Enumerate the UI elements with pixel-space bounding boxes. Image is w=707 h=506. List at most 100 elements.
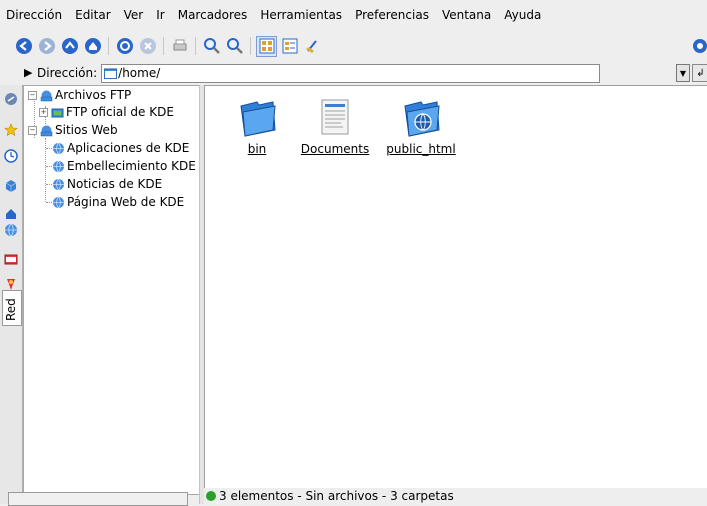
status-ok-icon	[206, 491, 216, 501]
network-folder-icon	[40, 89, 53, 102]
tree-node-aplicaciones-kde[interactable]: Aplicaciones de KDE	[52, 141, 189, 155]
globe-icon	[52, 142, 65, 155]
home-button[interactable]	[83, 37, 102, 56]
tree-node-noticias-kde[interactable]: Noticias de KDE	[52, 177, 162, 191]
globe-icon	[52, 178, 65, 191]
arrow-up-icon	[61, 37, 79, 55]
status-bar: 3 elementos - Sin archivos - 3 carpetas	[204, 488, 707, 504]
tree-node-embellecimiento-kde[interactable]: Embellecimiento KDE	[52, 159, 196, 173]
tree-node-label: Embellecimiento KDE	[67, 159, 196, 173]
clear-button[interactable]	[303, 37, 322, 56]
tree-node-label: FTP oficial de KDE	[66, 105, 174, 119]
status-text: 3 elementos - Sin archivos - 3 carpetas	[219, 489, 454, 503]
tab-bookmarks[interactable]	[3, 122, 19, 138]
expand-toggle[interactable]: +	[39, 108, 48, 117]
menu-direccion[interactable]: Dirección	[6, 8, 62, 22]
icon-view-icon	[258, 37, 276, 55]
tree-node-label: Aplicaciones de KDE	[67, 141, 189, 155]
menu-marcadores[interactable]: Marcadores	[178, 8, 248, 22]
chevron-down-icon: ▼	[680, 69, 686, 78]
enter-icon: ↲	[696, 68, 704, 79]
arrow-right-icon	[38, 37, 56, 55]
reload-button[interactable]	[115, 37, 134, 56]
globe-icon	[4, 223, 18, 237]
menu-editar[interactable]: Editar	[75, 8, 111, 22]
tab-history[interactable]	[3, 91, 19, 107]
collapse-toggle[interactable]: −	[28, 91, 37, 100]
location-dropdown-button[interactable]: ▼	[676, 64, 690, 82]
forward-button[interactable]	[37, 37, 56, 56]
tab-red[interactable]: Red	[2, 290, 22, 326]
home-icon	[84, 37, 102, 55]
tree-node-label: Archivos FTP	[55, 88, 131, 102]
reload-icon	[116, 37, 134, 55]
tree-node-sitios-web[interactable]: − Sitios Web	[28, 123, 118, 137]
kde-gear-button[interactable]	[690, 37, 707, 56]
zoom-out-button[interactable]	[225, 37, 244, 56]
menu-ventana[interactable]: Ventana	[442, 8, 491, 22]
toolbar-separator	[195, 37, 196, 55]
globe-icon	[52, 196, 65, 209]
arrow-left-icon	[15, 37, 33, 55]
gear-icon	[691, 37, 707, 55]
file-item-label: Documents	[301, 142, 369, 156]
star-icon	[4, 123, 18, 137]
location-label: Dirección:	[37, 66, 97, 80]
ftp-icon	[51, 106, 64, 119]
tab-trash[interactable]	[3, 251, 19, 267]
document-icon	[313, 96, 357, 140]
location-arrow-icon: ▶	[24, 66, 32, 79]
collapse-toggle[interactable]: −	[28, 126, 37, 135]
file-item-label: public_html	[386, 142, 455, 156]
menu-ver[interactable]: Ver	[124, 8, 144, 22]
tab-red-label: Red	[4, 298, 18, 321]
menu-herramientas[interactable]: Herramientas	[260, 8, 342, 22]
toolbar-separator	[108, 37, 109, 55]
location-go-button[interactable]: ↲	[692, 64, 707, 82]
pin-icon	[4, 277, 18, 291]
network-folder-icon	[40, 124, 53, 137]
folder-icon	[104, 68, 117, 79]
menu-preferencias[interactable]: Preferencias	[355, 8, 429, 22]
tree-node-pagina-web-kde[interactable]: Página Web de KDE	[52, 195, 184, 209]
back-button[interactable]	[14, 37, 33, 56]
tree-node-label: Página Web de KDE	[67, 195, 184, 209]
file-item-label: bin	[248, 142, 267, 156]
broom-icon	[304, 37, 322, 55]
location-input[interactable]: /home/	[101, 64, 600, 83]
tab-services[interactable]	[3, 148, 19, 164]
stop-icon	[139, 37, 157, 55]
zoom-in-button[interactable]	[202, 37, 221, 56]
tree-node-label: Sitios Web	[55, 123, 118, 137]
tab-special[interactable]	[3, 276, 19, 292]
up-button[interactable]	[60, 37, 79, 56]
file-item-documents[interactable]: Documents	[300, 96, 370, 156]
file-item-bin[interactable]: bin	[222, 96, 292, 156]
file-item-public-html[interactable]: public_html	[386, 96, 456, 156]
print-button[interactable]	[170, 37, 189, 56]
icon-view-button[interactable]	[257, 37, 276, 56]
detail-view-icon	[281, 37, 299, 55]
history-icon	[4, 92, 18, 106]
tree-node-label: Noticias de KDE	[67, 177, 162, 191]
home-icon	[4, 207, 18, 221]
stop-button[interactable]	[138, 37, 157, 56]
file-view: bin Documents public_html	[204, 85, 707, 490]
toolbar-separator	[250, 37, 251, 55]
folder-icon	[235, 96, 279, 140]
globe-icon	[52, 160, 65, 173]
menu-ayuda[interactable]: Ayuda	[504, 8, 541, 22]
zoom-in-icon	[203, 37, 221, 55]
location-bar: ▶ Dirección: /home/	[0, 62, 707, 84]
tab-home[interactable]	[3, 206, 19, 222]
tree-node-ftp-oficial[interactable]: + FTP oficial de KDE	[39, 105, 174, 119]
tab-devices[interactable]	[3, 178, 19, 194]
menu-bar: Dirección Editar Ver Ir Marcadores Herra…	[0, 0, 707, 30]
tree-node-archivos-ftp[interactable]: − Archivos FTP	[28, 88, 131, 102]
tab-network[interactable]	[3, 222, 19, 238]
menu-ir[interactable]: Ir	[156, 8, 164, 22]
detail-view-button[interactable]	[280, 37, 299, 56]
disk-icon	[4, 179, 18, 193]
print-icon	[171, 37, 189, 55]
toolbar-separator	[163, 37, 164, 55]
